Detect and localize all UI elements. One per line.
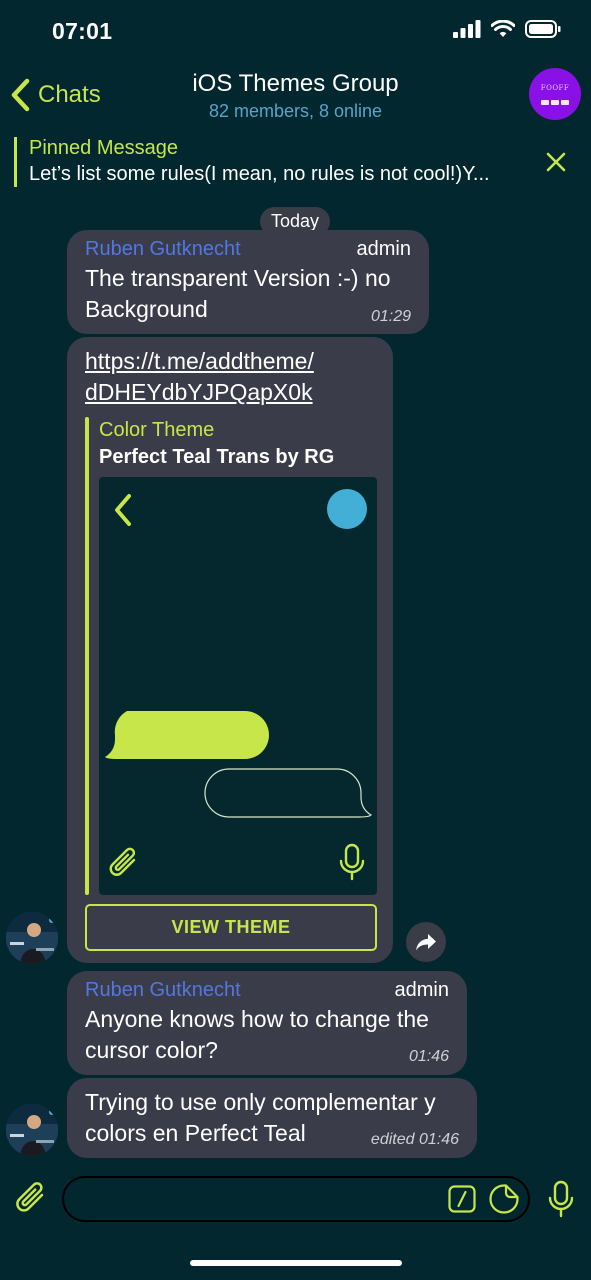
pinned-text[interactable]: Let’s list some rules(I mean, no rules i… <box>29 163 539 186</box>
share-button[interactable] <box>406 922 446 962</box>
link-text[interactable]: dDHEYdbYJPQapX0k <box>85 377 313 408</box>
message-bubble[interactable]: https://t.me/addtheme/ dDHEYdbYJPQapX0k … <box>67 337 393 963</box>
group-avatar-dots <box>541 99 569 105</box>
role-label: admin <box>394 979 449 1001</box>
view-theme-button[interactable]: VIEW THEME <box>85 904 377 951</box>
preview-back-icon <box>115 494 131 526</box>
preview-outgoing-bubble <box>204 768 372 818</box>
status-icons <box>453 20 561 38</box>
sender-name[interactable]: Ruben Gutknecht <box>85 979 241 1002</box>
slash-command-icon <box>448 1185 476 1213</box>
user-avatar[interactable] <box>6 912 58 964</box>
preview-paperclip-icon <box>109 847 136 876</box>
preview-mic-icon <box>339 843 365 881</box>
message-text-line: Background <box>85 296 208 322</box>
close-icon <box>546 152 566 172</box>
message-bubble[interactable]: Trying to use only complementar y colors… <box>67 1078 477 1158</box>
message-time: edited 01:46 <box>370 1131 459 1148</box>
sticker-icon <box>489 1184 519 1214</box>
link-text[interactable]: https://t.me/addtheme/ <box>85 346 314 377</box>
chat-subtitle: 82 members, 8 online <box>208 101 383 121</box>
message-text-line: cursor color? <box>85 1037 218 1063</box>
pinned-close-button[interactable] <box>544 150 568 179</box>
role-label: admin <box>356 238 411 260</box>
group-avatar-text: FOOFF <box>540 83 570 92</box>
microphone-icon <box>548 1180 574 1218</box>
message-bubble[interactable]: Ruben Gutknecht admin Anyone knows how t… <box>67 971 467 1075</box>
commands-button[interactable] <box>448 1185 476 1218</box>
pinned-indicator <box>14 137 17 187</box>
user-avatar[interactable] <box>6 1104 58 1156</box>
preview-incoming-bubble <box>105 711 269 759</box>
message-time: 01:46 <box>408 1048 449 1065</box>
pinned-title[interactable]: Pinned Message <box>29 137 178 160</box>
home-indicator <box>190 1260 402 1266</box>
sticker-button[interactable] <box>489 1184 519 1219</box>
share-arrow-icon <box>416 934 436 951</box>
user-photo-icon <box>6 1104 58 1156</box>
message-text-line: Trying to use only complementar y <box>85 1089 436 1115</box>
message-text-line: The transparent Version :-) no <box>85 265 391 291</box>
preview-kind: Color Theme <box>99 419 215 441</box>
user-photo-icon <box>6 912 58 964</box>
voice-button[interactable] <box>546 1180 576 1225</box>
message-text-line: colors en Perfect Teal <box>85 1120 306 1146</box>
sender-name[interactable]: Ruben Gutknecht <box>85 238 241 261</box>
preview-accent-line <box>85 417 89 895</box>
message-time: 01:29 <box>370 308 411 325</box>
preview-avatar <box>327 489 367 529</box>
battery-icon <box>525 20 561 38</box>
chat-header[interactable]: iOS Themes Group 82 members, 8 online <box>0 70 591 122</box>
paperclip-icon <box>16 1182 44 1212</box>
signal-icon <box>453 20 481 38</box>
attach-button[interactable] <box>14 1180 48 1221</box>
preview-name: Perfect Teal Trans by RG <box>99 446 335 468</box>
message-text-line: Anyone knows how to change the <box>85 1006 429 1032</box>
chat-title: iOS Themes Group <box>192 70 399 97</box>
status-time: 07:01 <box>52 18 113 44</box>
group-avatar[interactable]: FOOFF <box>529 68 581 120</box>
message-bubble[interactable]: Ruben Gutknecht admin The transparent Ve… <box>67 230 429 334</box>
theme-preview[interactable] <box>99 477 377 895</box>
wifi-icon <box>491 20 515 37</box>
